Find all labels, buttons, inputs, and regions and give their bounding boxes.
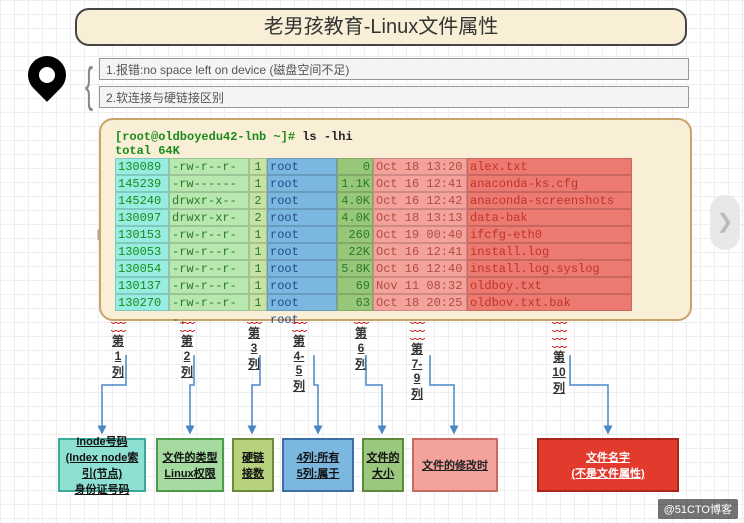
table-row: 130054-rw-r--r--.1root root5.8KOct 16 12… — [115, 260, 676, 277]
cell-owner: root root — [267, 226, 337, 243]
cell-filename: install.log.syslog — [467, 260, 632, 277]
location-pin-icon — [28, 56, 66, 106]
cell-perm: -rw-r--r--. — [169, 260, 249, 277]
table-row: 130137-rw-r--r--.1root root69Nov 11 08:3… — [115, 277, 676, 294]
legend-date[interactable]: 文件的修改时 — [412, 438, 498, 492]
cell-date: Oct 18 13:13 — [373, 209, 467, 226]
cell-links: 2 — [249, 192, 267, 209]
terminal-prompt: [root@oldboyedu42-lnb ~]# — [115, 130, 295, 144]
cell-owner: root root — [267, 192, 337, 209]
cell-date: Oct 16 12:41 — [373, 175, 467, 192]
column-label-79: ﹏﹏﹏第7-9列 — [410, 314, 424, 402]
cell-filename: alex.txt — [467, 158, 632, 175]
table-row: 145240drwxr-x---.2root root4.0KOct 16 12… — [115, 192, 676, 209]
legend-permissions[interactable]: 文件的类型Linux权限 — [156, 438, 224, 492]
cell-filename: oldbov.txt.bak — [467, 294, 632, 311]
column-label-10: ﹏﹏﹏﹏第10列 — [552, 314, 566, 396]
cell-inode: 130054 — [115, 260, 169, 277]
cell-size: 1.1K — [337, 175, 373, 192]
cell-links: 1 — [249, 158, 267, 175]
note-line: 1.报错:no space left on device (磁盘空间不足) — [99, 58, 689, 80]
cell-size: 22K — [337, 243, 373, 260]
cell-date: Nov 11 08:32 — [373, 277, 467, 294]
cell-size: 4.0K — [337, 192, 373, 209]
cell-perm: -rw-r--r--. — [169, 277, 249, 294]
column-label-6: ﹏第6列 — [354, 314, 368, 372]
column-label-1: ﹏﹏第1列 — [111, 314, 125, 380]
cell-size: 0 — [337, 158, 373, 175]
cell-inode: 130089 — [115, 158, 169, 175]
cell-owner: root root — [267, 209, 337, 226]
legend-size[interactable]: 文件的大小 — [362, 438, 404, 492]
column-label-3: ﹏第3列 — [247, 314, 261, 372]
table-row: 130053-rw-r--r--.1root root22KOct 16 12:… — [115, 243, 676, 260]
cell-links: 1 — [249, 277, 267, 294]
table-row: 130089-rw-r--r--.1root root0Oct 18 13:20… — [115, 158, 676, 175]
column-label-2: ﹏﹏第2列 — [180, 314, 194, 380]
legend-links[interactable]: 硬链接数 — [232, 438, 274, 492]
legend-owner[interactable]: 4列:所有5列:属于 — [282, 438, 354, 492]
cell-owner: root root — [267, 175, 337, 192]
cell-filename: anaconda-ks.cfg — [467, 175, 632, 192]
cell-size: 69 — [337, 277, 373, 294]
brace-icon: { — [85, 58, 93, 113]
table-row: 130270-rw-r--r--.1root root63Oct 18 20:2… — [115, 294, 676, 311]
cell-filename: ifcfg-eth0 — [467, 226, 632, 243]
cell-inode: 130053 — [115, 243, 169, 260]
cell-filename: anaconda-screenshots — [467, 192, 632, 209]
legend-filename[interactable]: 文件名字(不是文件属性) — [537, 438, 679, 492]
cell-inode: 130153 — [115, 226, 169, 243]
note-line: 2.软连接与硬链接区别 — [99, 86, 689, 108]
scroll-right-button[interactable]: ❯ — [710, 195, 740, 250]
cell-perm: -rw-------. — [169, 175, 249, 192]
cell-inode: 145240 — [115, 192, 169, 209]
cell-perm: drwxr-xr-x. — [169, 209, 249, 226]
cell-date: Oct 18 13:20 — [373, 158, 467, 175]
cell-date: Oct 19 00:40 — [373, 226, 467, 243]
terminal-total: total 64K — [115, 144, 180, 158]
cell-date: Oct 16 12:40 — [373, 260, 467, 277]
cell-perm: drwxr-x---. — [169, 192, 249, 209]
table-row: 130153-rw-r--r--.1root root260Oct 19 00:… — [115, 226, 676, 243]
legend-inode[interactable]: Inode号码(Index node索引(节点)身份证号码 — [58, 438, 146, 492]
cell-links: 1 — [249, 226, 267, 243]
cell-filename: data-bak — [467, 209, 632, 226]
cell-inode: 130097 — [115, 209, 169, 226]
table-row: 130097drwxr-xr-x.2root root4.0KOct 18 13… — [115, 209, 676, 226]
cell-filename: oldboy.txt — [467, 277, 632, 294]
column-label-45: ﹏﹏第4-5列 — [292, 314, 306, 394]
cell-owner: root root — [267, 243, 337, 260]
cell-inode: 145239 — [115, 175, 169, 192]
cell-perm: -rw-r--r--. — [169, 158, 249, 175]
watermark: @51CTO博客 — [658, 499, 738, 519]
terminal-panel: [root@oldboyedu42-lnb ~]# ls -lhi total … — [99, 118, 692, 321]
cell-date: Oct 16 12:42 — [373, 192, 467, 209]
cell-links: 2 — [249, 209, 267, 226]
cell-date: Oct 16 12:41 — [373, 243, 467, 260]
cell-size: 4.0K — [337, 209, 373, 226]
cell-owner: root root — [267, 277, 337, 294]
cell-links: 1 — [249, 175, 267, 192]
cell-links: 1 — [249, 243, 267, 260]
cell-size: 5.8K — [337, 260, 373, 277]
cell-perm: -rw-r--r--. — [169, 243, 249, 260]
cell-owner: root root — [267, 260, 337, 277]
terminal-command-text: ls -lhi — [302, 130, 352, 144]
cell-inode: 130137 — [115, 277, 169, 294]
page-title: 老男孩教育-Linux文件属性 — [75, 8, 687, 46]
cell-size: 260 — [337, 226, 373, 243]
cell-links: 1 — [249, 260, 267, 277]
table-row: 145239-rw-------.1root root1.1KOct 16 12… — [115, 175, 676, 192]
cell-perm: -rw-r--r--. — [169, 226, 249, 243]
cell-owner: root root — [267, 158, 337, 175]
cell-filename: install.log — [467, 243, 632, 260]
